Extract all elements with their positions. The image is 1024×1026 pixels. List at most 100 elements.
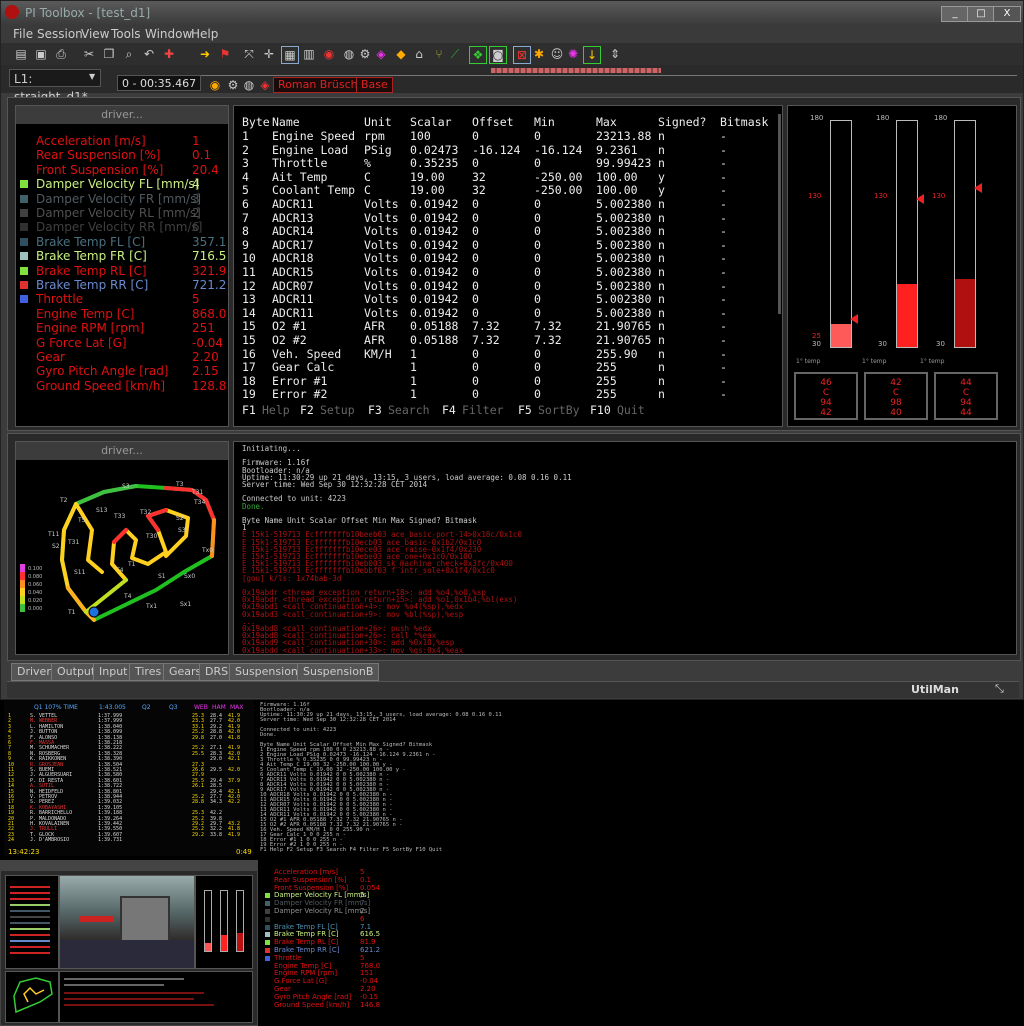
table-row[interactable]: 2 Engine Load PSig 0.02473 -16.124 -16.124 9.2… — [234, 143, 782, 158]
chevron-down-icon[interactable]: ▼ — [89, 72, 95, 81]
table-scrollbar[interactable] — [778, 114, 781, 314]
fkey-label[interactable]: Filter — [462, 403, 504, 418]
channel-row[interactable]: Brake Temp RL [C] 321.9 — [16, 264, 226, 278]
star-icon[interactable]: ✱ — [531, 46, 547, 62]
settings-icon[interactable]: ⚙ — [357, 46, 373, 62]
table-row[interactable]: 15 O2 #2 AFR 0.05188 7.32 7.32 21.90765 n - — [234, 333, 782, 348]
table-row[interactable]: 5 Coolant Temp C 19.00 32 -250.00 100.00 y - — [234, 184, 782, 198]
timeline-ruler[interactable] — [117, 67, 1017, 76]
maximize-button[interactable]: □ — [967, 6, 995, 22]
copy-icon[interactable]: ❐ — [101, 46, 117, 62]
line-chart-icon[interactable]: ⟋ — [447, 46, 463, 62]
gauge-marker-icon[interactable] — [850, 313, 858, 324]
open-icon[interactable]: ▤ — [13, 46, 29, 62]
fkey-key[interactable]: F5 — [518, 403, 532, 418]
channel-row[interactable]: Front Suspension [%] 20.4 — [16, 163, 226, 177]
print-icon[interactable]: ⎙ — [53, 46, 69, 62]
tab-suspensionb[interactable]: SuspensionB — [297, 663, 380, 681]
table-row[interactable]: 13 ADCR11 Volts 0.01942 0 0 5.002380 n - — [234, 293, 782, 307]
menu-help[interactable]: Help — [191, 27, 218, 41]
setup-tag[interactable]: Base — [356, 77, 393, 93]
layers-icon[interactable]: ❖ — [469, 46, 487, 64]
minimize-button[interactable]: _ — [941, 6, 969, 22]
channel-row[interactable]: Engine RPM [rpm] 251 — [16, 321, 226, 335]
channel-row[interactable]: Damper Velocity RL [mm/s] 2 — [16, 206, 226, 220]
channel-row[interactable]: Damper Velocity FL [mm/s] 4 — [16, 177, 226, 191]
fkey-label[interactable]: Help — [262, 403, 290, 418]
grid-icon[interactable]: ▦ — [281, 46, 299, 64]
column-header[interactable]: Unit — [364, 115, 392, 130]
table-row[interactable]: 16 Veh. Speed KM/H 1 0 0 255.90 n - — [234, 347, 782, 362]
timeline-range-marker[interactable] — [491, 68, 661, 73]
tab-input[interactable]: Input — [93, 663, 134, 681]
table-row[interactable]: 11 ADCR15 Volts 0.01942 0 0 5.002380 n - — [234, 265, 782, 280]
channel-row[interactable]: Ground Speed [km/h] 128.8 — [16, 379, 226, 393]
crosshair-icon[interactable]: ✛ — [261, 46, 277, 62]
channel-row[interactable]: Brake Temp RR [C] 721.2 — [16, 278, 226, 292]
settings-icon[interactable]: ⚙ — [225, 77, 241, 93]
fkey-key[interactable]: F10 — [590, 403, 611, 418]
menu-session[interactable]: Session — [37, 27, 83, 41]
table-row[interactable]: 7 ADCR13 Volts 0.01942 0 0 5.002380 n - — [234, 211, 782, 226]
table-row[interactable]: 18 Error #1 1 0 0 255 n - — [234, 374, 782, 389]
fkey-label[interactable]: SortBy — [538, 403, 580, 418]
table-row[interactable]: 3 Throttle% 0.35235 0 0 99.99423 n - — [234, 157, 782, 171]
channel-row[interactable]: Ground Speed [km/h] 146.8 — [262, 1001, 382, 1011]
channel-row[interactable]: Gyro Pitch Angle [rad] 2.15 — [16, 364, 226, 378]
fkey-label[interactable]: Search — [388, 403, 430, 418]
fkey-label[interactable]: Setup — [320, 403, 355, 418]
channel-row[interactable]: Rear Suspension [%] 0.1 — [16, 148, 226, 162]
user-icon[interactable]: ☺ — [549, 46, 565, 62]
split-icon[interactable]: ⇕ — [607, 46, 623, 62]
column-header[interactable]: Min — [534, 115, 555, 130]
channel-row[interactable]: Brake Temp FL [C] 357.1 — [16, 235, 226, 249]
palette-icon[interactable]: ✺ — [565, 46, 581, 62]
channel-row[interactable]: Gear 2.20 — [16, 350, 226, 364]
table-row[interactable]: 9 ADCR17 Volts 0.01942 0 0 5.002380 n - — [234, 238, 782, 253]
fkey-key[interactable]: F3 — [368, 403, 382, 418]
table-icon[interactable]: ▥ — [301, 46, 317, 62]
column-header[interactable]: Bitmask — [720, 115, 768, 130]
disable-icon[interactable]: ⊠ — [513, 46, 531, 64]
table-row[interactable]: 17 Gear Calc 1 0 0 255 n - — [234, 361, 782, 375]
session-select[interactable]: L1: straight_d1* — [9, 69, 101, 104]
flag-icon[interactable]: ⚑ — [217, 46, 233, 62]
globe-icon[interactable]: ◍ — [341, 46, 357, 62]
box-icon[interactable]: ◆ — [393, 46, 409, 62]
fkey-key[interactable]: F4 — [442, 403, 456, 418]
cube-icon[interactable]: ◈ — [373, 46, 389, 62]
camera-icon[interactable]: ◙ — [489, 46, 507, 64]
globe-icon[interactable]: ◍ — [241, 77, 257, 93]
channel-row[interactable]: G Force Lat [G] -0.04 — [16, 336, 226, 350]
cut-icon[interactable]: ✂ — [81, 46, 97, 62]
channel-row[interactable]: Engine Temp [C] 868.0 — [16, 307, 226, 321]
arrow-right-icon[interactable]: ➜ — [197, 46, 213, 62]
resize-grip-icon[interactable]: ⤡ — [995, 682, 1004, 696]
menu-window[interactable]: Window — [145, 27, 192, 41]
cursor-icon[interactable]: ⤧ — [241, 46, 257, 62]
download-icon[interactable]: ↓ — [583, 46, 601, 64]
gauge-marker-icon[interactable] — [916, 194, 924, 205]
channel-row[interactable]: Throttle 5 — [16, 292, 226, 306]
menu-view[interactable]: View — [81, 27, 109, 41]
car-position-marker[interactable] — [88, 606, 100, 618]
close-button[interactable]: X — [993, 6, 1021, 22]
table-row[interactable]: 10 ADCR18 Volts 0.01942 0 0 5.002380 n - — [234, 252, 782, 266]
channel-row[interactable]: Damper Velocity FR [mm/s] 3 — [16, 192, 226, 206]
column-header[interactable]: Offset — [472, 115, 514, 130]
table-row[interactable]: 1 Engine Speed rpm 100 0 0 23213.88 n - — [234, 129, 782, 144]
gauge-marker-icon[interactable] — [974, 182, 982, 193]
table-row[interactable]: 6 ADCR11 Volts 0.01942 0 0 5.002380 n - — [234, 197, 782, 212]
table-row[interactable]: 19 Error #2 1 0 0 255 n - — [234, 388, 782, 402]
table-row[interactable]: 8 ADCR14 Volts 0.01942 0 0 5.002380 n - — [234, 225, 782, 239]
hat-icon[interactable]: ⌂ — [411, 46, 427, 62]
fkey-key[interactable]: F1 — [242, 403, 256, 418]
undo-icon[interactable]: ↶ — [141, 46, 157, 62]
column-header[interactable]: Byte — [242, 115, 270, 130]
column-header[interactable]: Scalar — [410, 115, 452, 130]
marker-icon[interactable]: ✚ — [161, 46, 177, 62]
channel-row[interactable]: Damper Velocity RR [mm/s] 6 — [16, 220, 226, 234]
menu-tools[interactable]: Tools — [111, 27, 141, 41]
branch-icon[interactable]: ⑂ — [431, 46, 447, 62]
tab-tires[interactable]: Tires — [129, 663, 168, 681]
